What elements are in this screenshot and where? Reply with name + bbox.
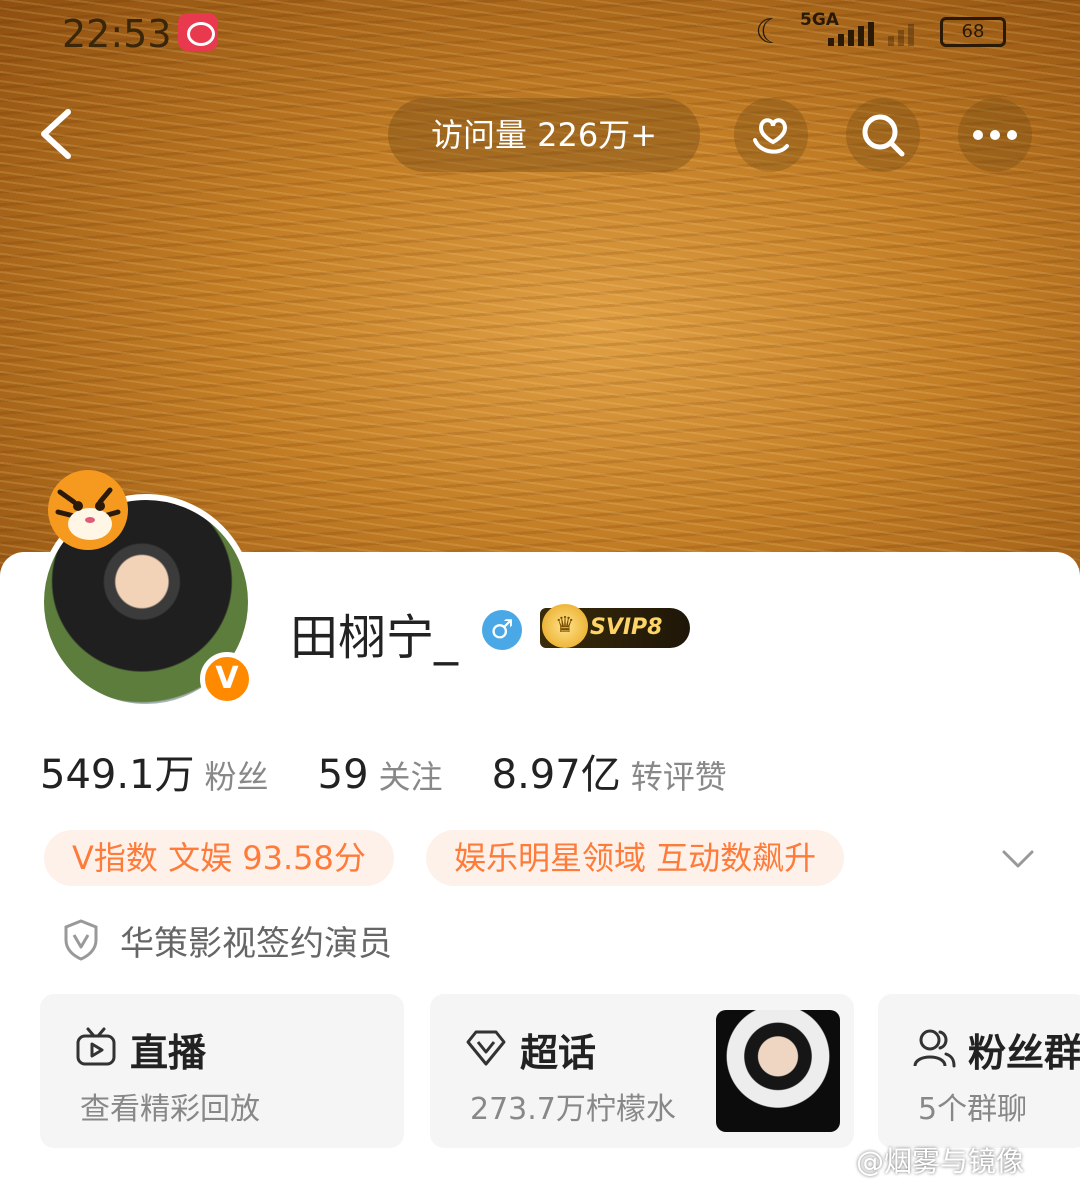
- verified-badge: V: [200, 652, 254, 706]
- tile-title: 超话: [520, 1031, 597, 1075]
- stat-label: 关注: [378, 758, 443, 796]
- visits-counter[interactable]: 访问量 226万+: [388, 98, 700, 172]
- moon-icon: ☾: [755, 12, 786, 52]
- stat-followers[interactable]: 549.1万 粉丝: [40, 742, 269, 800]
- more-icon: [973, 130, 1017, 140]
- tile-subtitle: 查看精彩回放: [80, 1092, 260, 1127]
- weibo-watermark: @烟雾与镜像: [856, 1145, 1025, 1178]
- crown-icon: ♛: [542, 604, 588, 648]
- svip-badge[interactable]: ♛ SVIP8: [540, 604, 690, 648]
- stat-label: 转评赞: [630, 758, 727, 796]
- tv-icon: [76, 1027, 116, 1066]
- search-icon: [862, 114, 905, 157]
- tiger-pendant-icon: [48, 470, 128, 550]
- tag-v-index[interactable]: V指数 文娱 93.58分: [44, 830, 394, 886]
- avatar-container[interactable]: V: [30, 462, 270, 722]
- top-nav: 访问量 226万+: [0, 94, 1080, 174]
- signal-icon: [808, 18, 928, 46]
- app-notification-icon: [178, 13, 218, 51]
- hand-heart-icon: [753, 118, 789, 154]
- stats-row: 549.1万 粉丝 59 关注 8.97亿 转评赞: [40, 742, 771, 798]
- stat-following[interactable]: 59 关注: [318, 752, 443, 798]
- topic-portrait: [716, 1010, 840, 1132]
- nickname: 田栩宁_: [290, 610, 459, 666]
- tile-title: 粉丝群: [968, 1031, 1080, 1075]
- stat-label: 粉丝: [204, 758, 269, 796]
- tile-subtitle: 273.7万柠檬水: [470, 1092, 676, 1127]
- feature-tiles: 直播 查看精彩回放 超话 273.7万柠檬水 粉丝群 5个群聊: [40, 994, 1080, 1150]
- tile-fan-groups[interactable]: 粉丝群 5个群聊: [878, 994, 1080, 1148]
- stat-interactions[interactable]: 8.97亿 转评赞: [492, 742, 727, 800]
- diamond-icon: [466, 1030, 506, 1066]
- battery-icon: 68: [940, 17, 1006, 47]
- svip-label: SVIP8: [590, 615, 663, 640]
- back-button[interactable]: [34, 104, 94, 164]
- tile-title: 直播: [130, 1031, 207, 1075]
- tag-domain-trend[interactable]: 娱乐明星领域 互动数飙升: [426, 830, 845, 886]
- chevron-down-icon[interactable]: [998, 840, 1038, 880]
- back-arrow-icon: [41, 109, 71, 159]
- search-button[interactable]: [846, 98, 920, 172]
- tile-live[interactable]: 直播 查看精彩回放: [40, 994, 404, 1148]
- stat-value: 549.1万: [40, 752, 195, 798]
- group-icon: [913, 1029, 956, 1068]
- certification-text: 华策影视签约演员: [120, 924, 392, 964]
- more-button[interactable]: [958, 98, 1032, 172]
- male-gender-icon: ♂: [482, 610, 522, 650]
- tile-super-topic[interactable]: 超话 273.7万柠檬水: [430, 994, 854, 1148]
- shield-icon: [64, 919, 98, 961]
- status-bar: 22:53 ☾ 5GA 68: [0, 0, 1080, 64]
- tile-subtitle: 5个群聊: [918, 1092, 1028, 1127]
- stat-value: 8.97亿: [491, 752, 621, 798]
- status-time: 22:53: [62, 12, 172, 56]
- hand-heart-button[interactable]: [734, 98, 808, 172]
- stat-value: 59: [317, 752, 369, 798]
